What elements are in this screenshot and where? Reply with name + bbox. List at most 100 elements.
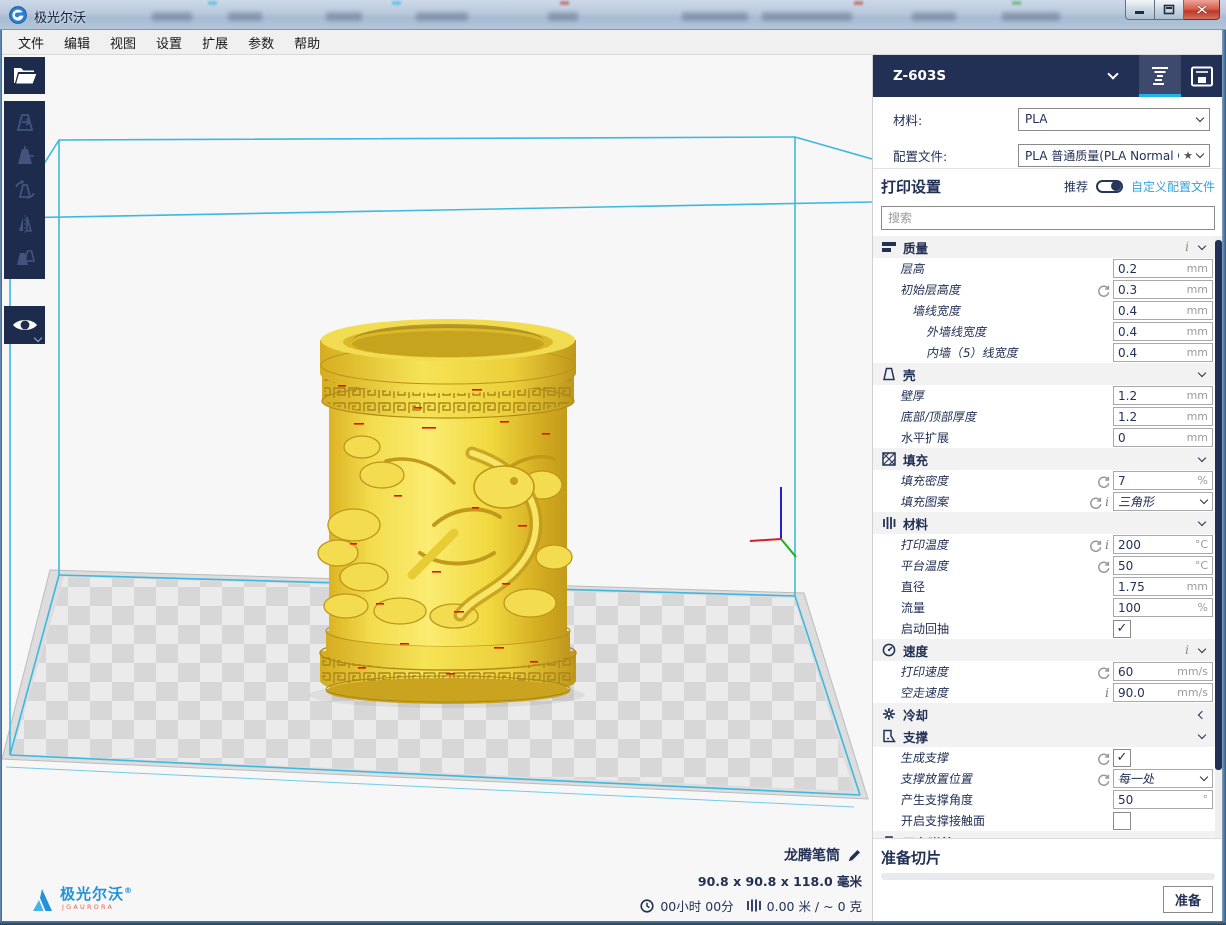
menu-item-5[interactable]: 参数 (238, 30, 284, 55)
star-icon: ★ (1183, 149, 1193, 162)
open-file-button[interactable] (4, 57, 45, 94)
model-dragon-pen-holder[interactable] (318, 319, 576, 704)
per-model-settings-icon[interactable] (10, 243, 40, 273)
section-header-support[interactable]: 支撑 (873, 725, 1217, 747)
profile-dropdown[interactable]: PLA 普通质量(PLA Normal Qua ★ (1018, 144, 1210, 167)
menu-item-1[interactable]: 编辑 (54, 30, 100, 55)
brand-triangle-icon (30, 887, 56, 913)
setting-input-top-bottom-thickness[interactable]: 1.2mm (1113, 407, 1213, 426)
ghost-artifact (208, 1, 217, 5)
reset-icon[interactable] (1097, 283, 1110, 296)
reset-icon[interactable] (1097, 772, 1110, 785)
setting-input-support-overhang-angle[interactable]: 50° (1113, 790, 1213, 809)
search-input[interactable] (882, 207, 1214, 229)
setting-unit: ° (1203, 793, 1209, 806)
ghost-artifact (228, 12, 262, 21)
ghost-artifact (912, 12, 956, 21)
section-header-adhesion[interactable]: 平台附着 (873, 831, 1217, 838)
mirror-tool-icon[interactable] (10, 209, 40, 239)
menu-item-4[interactable]: 扩展 (192, 30, 238, 55)
scrollbar-thumb[interactable] (1215, 240, 1222, 770)
brand-logo: 极光尔沃® JGAURORA (30, 887, 133, 913)
move-tool-icon[interactable] (10, 107, 40, 137)
clock-icon (640, 899, 654, 913)
setting-select-infill-pattern[interactable]: 三角形 (1113, 492, 1213, 511)
setting-input-layer-height[interactable]: 0.2mm (1113, 259, 1213, 278)
setting-value: 100 (1118, 601, 1198, 615)
setting-input-travel-speed[interactable]: 90.0mm/s (1113, 683, 1213, 702)
section-label: 填充 (903, 450, 928, 469)
menu-item-3[interactable]: 设置 (146, 30, 192, 55)
reset-icon[interactable] (1097, 751, 1110, 764)
reset-icon[interactable] (1097, 474, 1110, 487)
material-dropdown[interactable]: PLA (1018, 108, 1210, 131)
section-label: 质量 (903, 238, 928, 257)
setting-select-support-placement[interactable]: 每一处 (1113, 769, 1213, 788)
minimize-button[interactable] (1125, 0, 1155, 20)
setting-row-enable-support-interface: 开启支撑接触面 (873, 810, 1217, 831)
prepare-button[interactable]: 准备 (1163, 886, 1213, 913)
setting-checkbox-generate-support[interactable]: ✓ (1113, 749, 1131, 767)
printer-dropdown-chevron-icon[interactable] (1107, 68, 1118, 79)
settings-scrollbar[interactable] (1215, 236, 1222, 838)
menu-item-2[interactable]: 视图 (100, 30, 146, 55)
setting-checkbox-enable-support-interface[interactable] (1113, 812, 1131, 830)
setting-label: 水平扩展 (873, 429, 949, 446)
menu-item-0[interactable]: 文件 (8, 30, 54, 55)
reset-icon[interactable] (1097, 559, 1110, 572)
setting-input-diameter[interactable]: 1.75mm (1113, 577, 1213, 596)
setting-input-infill-density[interactable]: 7% (1113, 471, 1213, 490)
reset-icon[interactable] (1089, 495, 1102, 508)
setting-value: 0.4 (1118, 325, 1187, 339)
dragon-head-relief (474, 466, 534, 508)
setting-input-initial-layer-height[interactable]: 0.3mm (1113, 280, 1213, 299)
setting-input-wall-thickness[interactable]: 1.2mm (1113, 386, 1213, 405)
ghost-artifact (548, 12, 578, 21)
section-header-shell[interactable]: 壳 (873, 363, 1217, 385)
setting-input-outer-wall-line-width[interactable]: 0.4mm (1113, 322, 1213, 341)
setting-input-printing-temperature[interactable]: 200°C (1113, 535, 1213, 554)
section-header-quality[interactable]: 质量i (873, 236, 1217, 258)
setting-input-horizontal-expansion[interactable]: 0mm (1113, 428, 1213, 447)
close-button[interactable] (1184, 0, 1220, 20)
setting-input-flow[interactable]: 100% (1113, 598, 1213, 617)
setting-row-generate-support: 生成支撑✓ (873, 747, 1217, 768)
section-label: 冷却 (903, 705, 928, 724)
model-name: 龙腾笔筒 (784, 845, 840, 865)
view-mode-button[interactable] (4, 306, 45, 344)
section-header-speed[interactable]: 速度i (873, 639, 1217, 661)
setting-unit: mm (1187, 389, 1208, 402)
tab-printer-monitor[interactable] (1181, 55, 1223, 97)
setting-input-wall-line-width[interactable]: 0.4mm (1113, 301, 1213, 320)
setting-label: 平台温度 (873, 557, 951, 574)
setting-value: 每一处 (1118, 770, 1203, 787)
title-bar: 极光尔沃 (0, 0, 1226, 30)
setting-value: 50 (1118, 793, 1203, 807)
setting-label: 启动回抽 (873, 620, 949, 637)
section-header-infill[interactable]: 填充 (873, 448, 1217, 470)
rotate-tool-icon[interactable] (10, 175, 40, 205)
recommended-custom-toggle[interactable] (1096, 180, 1123, 193)
chevron-left-icon (1198, 710, 1206, 718)
viewport-3d[interactable]: 龙腾笔筒 90.8 x 90.8 x 118.0 毫米 00小时 00分 0.0… (2, 55, 872, 921)
edit-pencil-icon[interactable] (847, 848, 862, 863)
infill-icon (881, 452, 896, 467)
setting-input-build-plate-temperature[interactable]: 50°C (1113, 556, 1213, 575)
setting-input-inner-wall-line-width[interactable]: 0.4mm (1113, 343, 1213, 362)
setting-label: 层高 (873, 260, 927, 277)
info-icon: i (1105, 538, 1109, 552)
setting-value: 90.0 (1118, 686, 1177, 700)
reset-icon[interactable] (1089, 538, 1102, 551)
section-header-material[interactable]: 材料 (873, 512, 1217, 534)
scale-tool-icon[interactable] (10, 141, 40, 171)
tab-prepare-slice[interactable] (1139, 55, 1181, 97)
setting-input-print-speed[interactable]: 60mm/s (1113, 662, 1213, 681)
setting-checkbox-enable-retraction[interactable]: ✓ (1113, 620, 1131, 638)
setting-value: 50 (1118, 559, 1195, 573)
maximize-button[interactable] (1155, 0, 1184, 20)
reset-icon[interactable] (1097, 665, 1110, 678)
custom-profile-link[interactable]: 自定义配置文件 (1131, 178, 1215, 195)
menu-item-6[interactable]: 帮助 (284, 30, 330, 55)
section-header-cooling[interactable]: 冷却 (873, 703, 1217, 725)
setting-value: 0.4 (1118, 346, 1187, 360)
